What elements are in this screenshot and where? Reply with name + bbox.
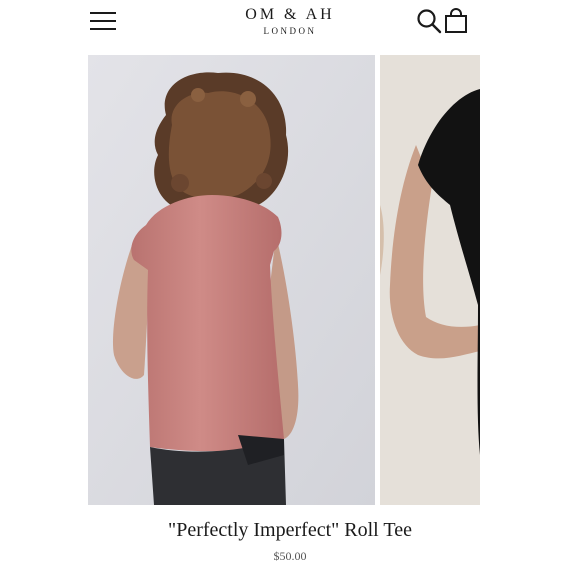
brand-name: Om & Ah <box>245 6 335 23</box>
cart-button[interactable] <box>444 8 468 34</box>
product-image-main[interactable] <box>88 55 375 505</box>
site-header: Om & Ah London <box>0 0 580 48</box>
model-photo-black-tee <box>380 55 480 505</box>
product-image-alt[interactable] <box>380 55 480 505</box>
search-button[interactable] <box>416 8 442 34</box>
menu-button[interactable] <box>90 10 118 32</box>
brand-location: London <box>263 26 317 36</box>
shopping-bag-icon <box>445 8 467 33</box>
model-photo-pink-tee <box>88 55 375 505</box>
hamburger-menu-icon <box>90 12 116 14</box>
product-image-gallery[interactable] <box>88 55 480 505</box>
brand-logo[interactable]: Om & Ah London <box>200 6 380 36</box>
product-price: $50.00 <box>273 549 307 563</box>
search-icon <box>417 9 442 34</box>
product-title: "Perfectly Imperfect" Roll Tee <box>168 519 412 541</box>
